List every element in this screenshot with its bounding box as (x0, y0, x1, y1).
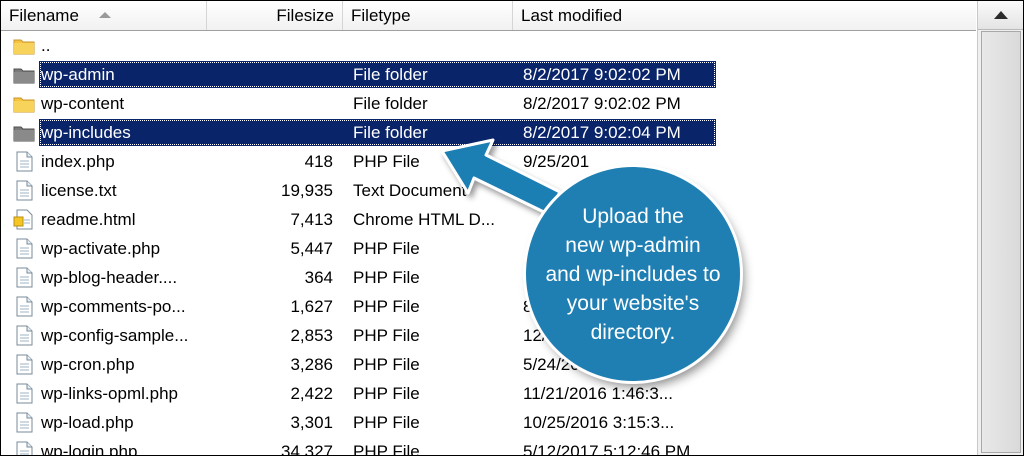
file-icon (13, 441, 35, 455)
file-row[interactable]: wp-includes File folder 8/2/2017 9:02:04 P… (1, 118, 976, 147)
file-icon (13, 383, 35, 404)
file-modified: 10/25/2016 3:15:3... (523, 413, 675, 432)
column-filename[interactable]: Filename (1, 1, 207, 30)
file-size (211, 118, 333, 147)
file-type: File folder (353, 94, 428, 113)
file-size (211, 60, 333, 89)
file-icon (13, 296, 35, 317)
folder-icon (13, 64, 35, 85)
file-type: File folder (353, 123, 428, 142)
file-modified: 8/2/2017 9:02:02 PM (523, 65, 681, 84)
file-icon (13, 180, 35, 201)
file-size: 1,627 (290, 297, 333, 316)
scroll-up-arrow-icon[interactable] (978, 1, 1023, 30)
file-size: 418 (304, 152, 333, 171)
file-row[interactable]: .. (1, 31, 976, 60)
folder-icon (13, 122, 35, 143)
callout-bubble: Upload the new wp-admin and wp-includes … (526, 167, 740, 381)
file-icon (13, 151, 35, 172)
file-row[interactable]: index.php 418 PHP File 9/25/201 (1, 147, 976, 176)
file-size: 2,422 (290, 384, 333, 403)
column-filetype[interactable]: Filetype (343, 1, 513, 30)
vertical-scrollbar[interactable] (977, 1, 1023, 455)
file-name: wp-cron.php (41, 355, 135, 374)
file-type: PHP File (353, 326, 420, 345)
file-name: wp-admin (41, 65, 115, 84)
file-modified: 5/12/2017 5:12:46 PM (523, 442, 691, 456)
file-row[interactable]: wp-activate.php 5,447 PHP File (1, 234, 976, 263)
file-name: wp-load.php (41, 413, 134, 432)
file-size: 5,447 (290, 239, 333, 258)
file-row[interactable]: wp-config-sample... 2,853 PHP File 12/1 (1, 321, 976, 350)
file-row[interactable]: wp-comments-po...1,627PHP File8/ (1, 292, 976, 321)
column-last-modified-label: Last modified (521, 6, 623, 25)
column-filesize-label: Filesize (276, 6, 334, 25)
file-type: PHP File (353, 239, 420, 258)
file-size: 3,301 (290, 413, 333, 432)
column-header: Filename Filesize Filetype Last modified (1, 1, 976, 31)
file-name: wp-login.php (41, 442, 138, 456)
file-row[interactable]: wp-admin File folder 8/2/2017 9:02:02 PM (1, 60, 976, 89)
file-type: PHP File (353, 384, 420, 403)
file-size: 3,286 (290, 355, 333, 374)
folder-icon (13, 93, 35, 114)
file-icon (13, 267, 35, 288)
callout-text: Upload the new wp-admin and wp-includes … (545, 204, 721, 344)
file-name: wp-links-opml.php (41, 384, 178, 403)
file-type: PHP File (353, 297, 420, 316)
file-type: PHP File (353, 152, 420, 171)
file-name: wp-content (41, 94, 125, 113)
file-name: index.php (41, 152, 115, 171)
file-type: File folder (353, 65, 428, 84)
file-size (211, 89, 333, 118)
html-file-icon (13, 209, 35, 230)
file-row[interactable]: license.txt 19,935 Text Document (1, 176, 976, 205)
file-row[interactable]: readme.html 7,413 Chrome HTML D... (1, 205, 976, 234)
file-row[interactable]: wp-cron.php 3,286 PHP File 5/24/2015 (1, 350, 976, 379)
file-icon (13, 412, 35, 433)
folder-up-icon (13, 35, 35, 56)
file-modified: 8/2/2017 9:02:04 PM (523, 123, 681, 142)
file-type: PHP File (353, 442, 420, 456)
file-type: Chrome HTML D... (353, 210, 496, 229)
file-name: wp-config-sample... (41, 326, 189, 345)
column-last-modified[interactable]: Last modified (513, 1, 976, 30)
file-row[interactable]: wp-links-opml.php 2,422 PHP File 11/21/2016… (1, 379, 976, 408)
file-name: license.txt (41, 181, 117, 200)
file-name: .. (41, 36, 51, 55)
file-name: readme.html (41, 210, 136, 229)
file-row[interactable]: wp-login.php 34,327 PHP File 5/12/2017 5:12… (1, 437, 976, 456)
file-row[interactable]: wp-load.php 3,301 PHP File 10/25/2016 3:15:… (1, 408, 976, 437)
file-size: 2,853 (290, 326, 333, 345)
file-name: wp-blog-header.... (41, 268, 178, 287)
file-size (211, 31, 333, 60)
column-filesize[interactable]: Filesize (207, 1, 343, 30)
file-row[interactable]: wp-content File folder 8/2/2017 9:02:02 PM (1, 89, 976, 118)
file-icon (13, 354, 35, 375)
file-list-window: Filename Filesize Filetype Last modified… (0, 0, 1024, 456)
file-row[interactable]: wp-blog-header.... 364 PHP File (1, 263, 976, 292)
file-type: PHP File (353, 268, 420, 287)
file-icon (13, 325, 35, 346)
file-size: 7,413 (290, 210, 333, 229)
column-filename-label: Filename (9, 6, 79, 25)
sort-ascending-icon (99, 12, 111, 18)
file-type (353, 31, 508, 60)
file-modified: 11/21/2016 1:46:3... (523, 384, 673, 403)
file-name: wp-activate.php (41, 239, 161, 258)
file-icon (13, 238, 35, 259)
file-name: wp-comments-po... (41, 297, 186, 316)
file-size: 34,327 (281, 442, 333, 456)
file-size: 364 (304, 268, 333, 287)
file-size: 19,935 (281, 181, 333, 200)
scroll-thumb[interactable] (981, 31, 1021, 453)
file-type: Text Document (353, 181, 467, 200)
column-filetype-label: Filetype (351, 6, 411, 25)
file-type: PHP File (353, 413, 420, 432)
file-name: wp-includes (41, 123, 131, 142)
file-modified (523, 31, 713, 60)
file-modified: 8/2/2017 9:02:02 PM (523, 94, 681, 113)
file-type: PHP File (353, 355, 420, 374)
